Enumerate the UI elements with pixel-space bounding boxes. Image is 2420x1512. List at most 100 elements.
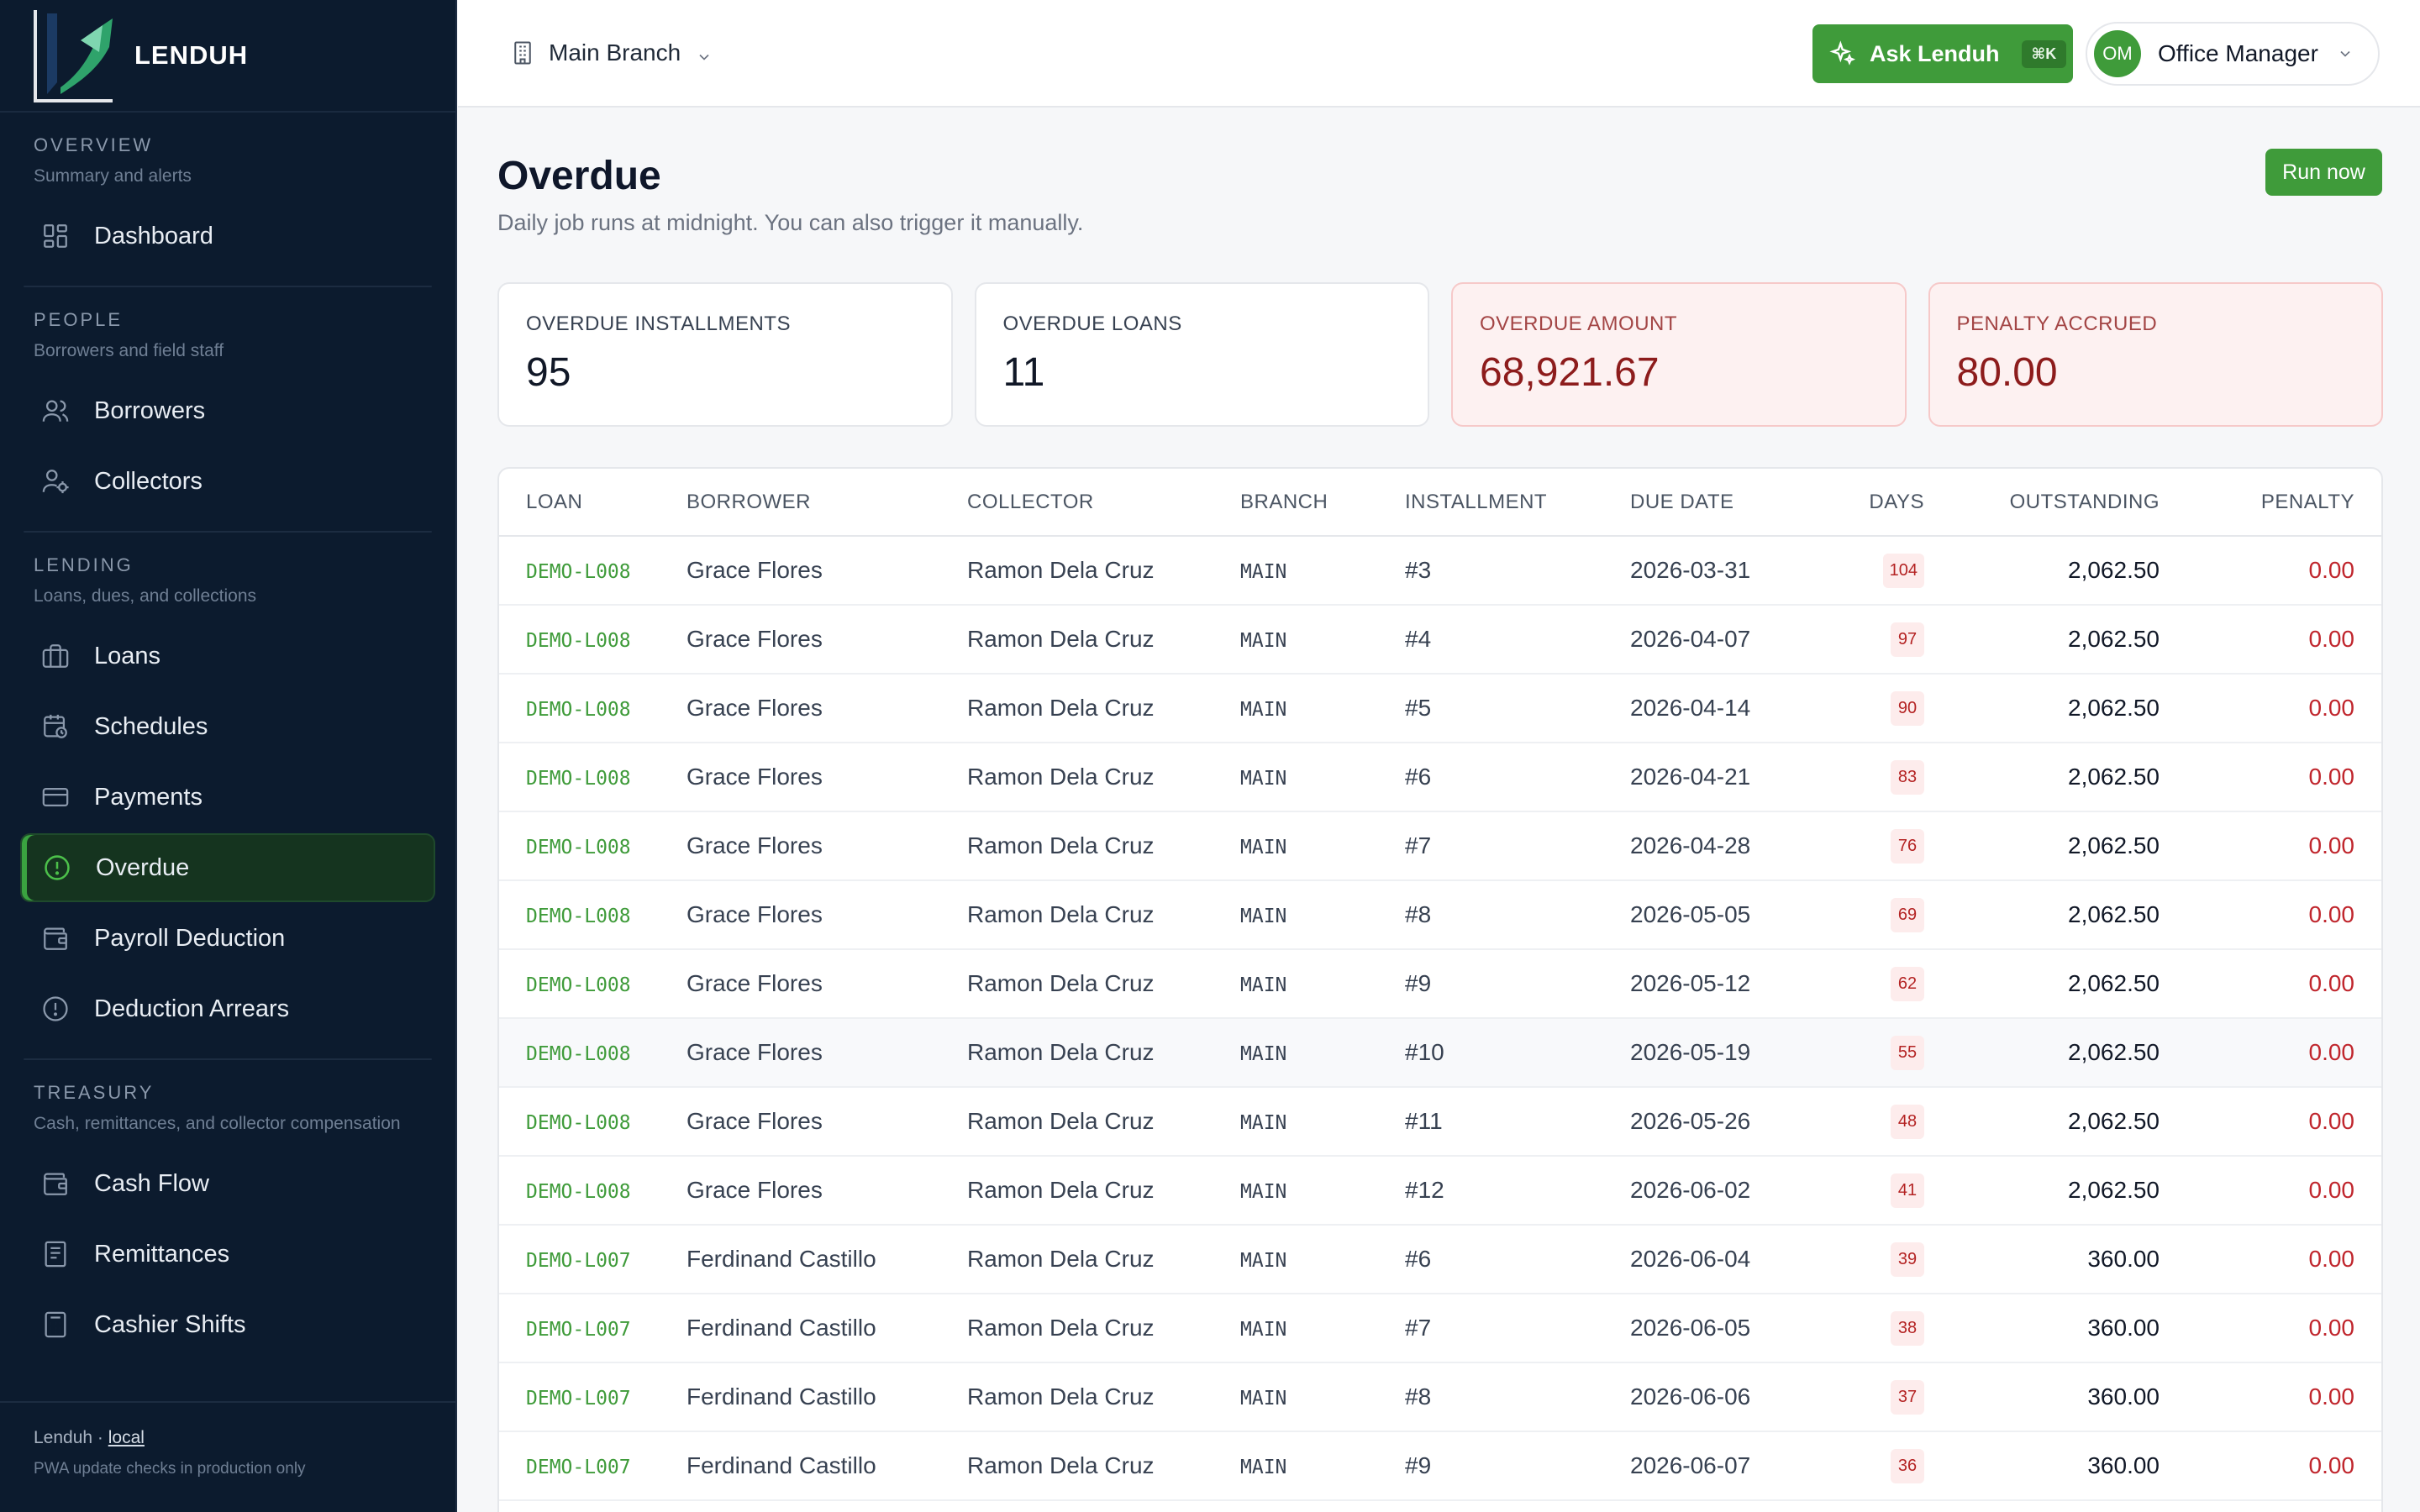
table-row[interactable]: DEMO-L008 Grace Flores Ramon Dela Cruz MAIN…	[499, 949, 2381, 1019]
column-header-branch[interactable]: BRANCH	[1240, 469, 1405, 537]
run-now-button[interactable]: Run now	[2265, 149, 2382, 196]
penalty-cell: 0.00	[2160, 674, 2381, 743]
sidebar-item-cash-flow[interactable]: Cash Flow	[20, 1149, 435, 1218]
outstanding-cell: 2,062.50	[1924, 743, 2160, 812]
credit-card-icon	[40, 782, 71, 812]
table-row[interactable]: DEMO-L008 Grace Flores Ramon Dela Cruz MAIN…	[499, 1018, 2381, 1088]
sidebar-item-payments[interactable]: Payments	[20, 763, 435, 832]
sidebar-item-payroll-deduction[interactable]: Payroll Deduction	[20, 904, 435, 973]
loan-link[interactable]: DEMO-L007	[526, 1388, 631, 1410]
due-date-cell: 2026-05-19	[1630, 1018, 1832, 1088]
loan-link[interactable]: DEMO-L007	[526, 1457, 631, 1478]
branch-code: MAIN	[1240, 1181, 1287, 1203]
shortcut-badge: ⌘K	[2021, 39, 2067, 68]
column-header-collector[interactable]: COLLECTOR	[967, 469, 1240, 537]
sidebar-item-label: Loans	[94, 642, 161, 669]
section-subtitle: Cash, remittances, and collector compens…	[34, 1114, 401, 1133]
collector-cell: Ramon Dela Cruz	[967, 811, 1240, 881]
sidebar-item-remittances[interactable]: Remittances	[20, 1220, 435, 1289]
chevron-down-icon	[696, 45, 713, 61]
section-subtitle: Borrowers and field staff	[34, 341, 224, 360]
column-header-installment[interactable]: INSTALLMENT	[1405, 469, 1630, 537]
collector-cell: Ramon Dela Cruz	[967, 1156, 1240, 1226]
installment-cell: #8	[1405, 1362, 1630, 1432]
borrower-cell: Grace Flores	[687, 1156, 967, 1226]
column-header-borrower[interactable]: BORROWER	[687, 469, 967, 537]
user-menu[interactable]: OM Office Manager	[2086, 22, 2380, 86]
loan-link[interactable]: DEMO-L008	[526, 561, 631, 583]
days-overdue-badge: 41	[1891, 1173, 1924, 1208]
sidebar-item-overdue[interactable]: Overdue	[20, 833, 435, 902]
column-header-penalty[interactable]: PENALTY	[2160, 469, 2381, 537]
installment-cell: #12	[1405, 1156, 1630, 1226]
table-row[interactable]: DEMO-L008 Grace Flores Ramon Dela Cruz MAIN…	[499, 880, 2381, 950]
column-header-outstanding[interactable]: OUTSTANDING	[1924, 469, 2160, 537]
table-row[interactable]: DEMO-L008 Grace Flores Ramon Dela Cruz MAIN…	[499, 811, 2381, 881]
loan-link[interactable]: DEMO-L008	[526, 974, 631, 996]
branch-selector[interactable]: Main Branch	[510, 39, 713, 66]
brand-name: LENDUH	[134, 40, 249, 70]
loan-link[interactable]: DEMO-L008	[526, 630, 631, 652]
avatar: OM	[2094, 30, 2141, 77]
loan-link[interactable]: DEMO-L008	[526, 699, 631, 721]
collector-cell: Ramon Dela Cruz	[967, 743, 1240, 812]
ask-lenduh-button[interactable]: Ask Lenduh ⌘K	[1812, 24, 2073, 83]
due-date-cell: 2026-06-04	[1630, 1225, 1832, 1294]
column-header-due-date[interactable]: DUE DATE	[1630, 469, 1832, 537]
calculator-icon	[40, 1310, 71, 1340]
outstanding-cell: 2,062.50	[1924, 949, 2160, 1019]
borrower-cell: Grace Flores	[687, 536, 967, 606]
sidebar-item-label: Payroll Deduction	[94, 924, 286, 952]
stat-card-overdue-loans: OVERDUE LOANS 11	[974, 282, 1429, 427]
sidebar-item-loans[interactable]: Loans	[20, 622, 435, 690]
section-overview: OVERVIEW Summary and alerts Dashboard	[0, 113, 455, 270]
outstanding-cell: 2,062.50	[1924, 1087, 2160, 1157]
receipt-icon	[40, 1239, 71, 1269]
borrower-cell: Grace Flores	[687, 1087, 967, 1157]
penalty-cell: 0.00	[2160, 743, 2381, 812]
column-header-days[interactable]: DAYS	[1832, 469, 1924, 537]
loan-link[interactable]: DEMO-L007	[526, 1319, 631, 1341]
table-row[interactable]: DEMO-L008 Grace Flores Ramon Dela Cruz MAIN…	[499, 605, 2381, 675]
sidebar-item-collectors[interactable]: Collectors	[20, 447, 435, 516]
collector-cell: Ramon Dela Cruz	[967, 1087, 1240, 1157]
loan-link[interactable]: DEMO-L008	[526, 1112, 631, 1134]
loan-link[interactable]: DEMO-L007	[526, 1250, 631, 1272]
table-row[interactable]: DEMO-L007 Ferdinand Castillo Ramon Dela Cr…	[499, 1294, 2381, 1363]
sidebar-item-cashier-shifts[interactable]: Cashier Shifts	[20, 1290, 435, 1359]
stat-value: 68,921.67	[1480, 350, 1660, 395]
branch-code: MAIN	[1240, 1388, 1287, 1410]
loan-link[interactable]: DEMO-L008	[526, 906, 631, 927]
table-row[interactable]: DEMO-L008 Grace Flores Ramon Dela Cruz MAIN…	[499, 674, 2381, 743]
table-row[interactable]: DEMO-L008 Grace Flores Ramon Dela Cruz MAIN…	[499, 536, 2381, 606]
stat-value: 11	[1002, 350, 1045, 395]
sidebar-footer: Lenduh · local PWA update checks in prod…	[0, 1401, 455, 1512]
days-overdue-badge: 38	[1891, 1310, 1924, 1346]
outstanding-cell: 2,062.50	[1924, 811, 2160, 881]
loan-link[interactable]: DEMO-L008	[526, 1043, 631, 1065]
borrower-cell: Grace Flores	[687, 674, 967, 743]
due-date-cell: 2026-06-05	[1630, 1294, 1832, 1363]
section-lending: LENDING Loans, dues, and collections Loa…	[0, 533, 455, 1043]
table-row[interactable]: DEMO-L007 Ferdinand Castillo Ramon Dela Cr…	[499, 1225, 2381, 1294]
sidebar-item-deduction-arrears[interactable]: Deduction Arrears	[20, 974, 435, 1043]
table-row[interactable]: DEMO-L007 Ferdinand Castillo Ramon Dela Cr…	[499, 1431, 2381, 1501]
loan-link[interactable]: DEMO-L008	[526, 768, 631, 790]
sidebar-item-borrowers[interactable]: Borrowers	[20, 376, 435, 445]
days-overdue-badge: 76	[1891, 828, 1924, 864]
table-row[interactable]: DEMO-L008 Grace Flores Ramon Dela Cruz MAIN…	[499, 743, 2381, 812]
stat-value: 95	[526, 350, 571, 395]
sidebar-item-schedules[interactable]: Schedules	[20, 692, 435, 761]
loan-link[interactable]: DEMO-L008	[526, 1181, 631, 1203]
table-row[interactable]: DEMO-L008 Grace Flores Ramon Dela Cruz MAIN…	[499, 1156, 2381, 1226]
table-row[interactable]: DEMO-L007 Ferdinand Castillo Ramon Dela Cr…	[499, 1362, 2381, 1432]
section-title: OVERVIEW	[34, 134, 154, 155]
column-header-loan[interactable]: LOAN	[499, 469, 687, 537]
collector-cell: Ramon Dela Cruz	[967, 1225, 1240, 1294]
loan-link[interactable]: DEMO-L008	[526, 837, 631, 858]
env-link[interactable]: local	[108, 1428, 145, 1447]
sidebar-item-dashboard[interactable]: Dashboard	[20, 202, 435, 270]
due-date-cell: 2026-03-31	[1630, 536, 1832, 606]
brand[interactable]: LENDUH	[0, 0, 455, 113]
table-row[interactable]: DEMO-L008 Grace Flores Ramon Dela Cruz MAIN…	[499, 1087, 2381, 1157]
